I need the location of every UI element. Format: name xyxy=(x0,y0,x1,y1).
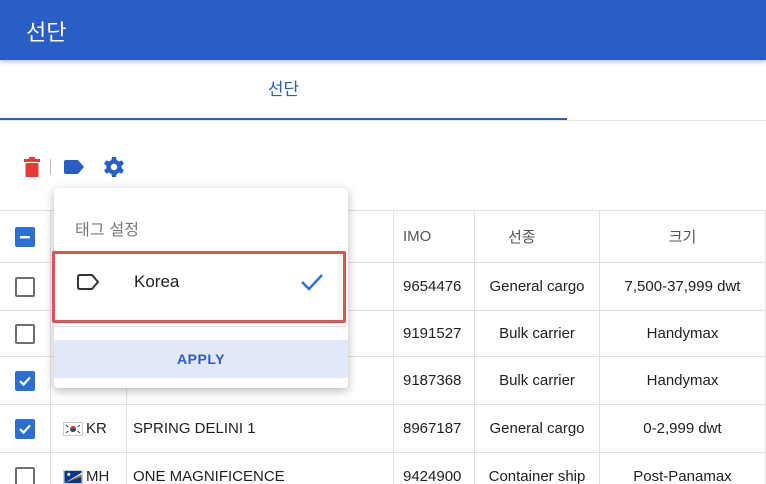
country-code: KR xyxy=(86,420,107,437)
menu-title: 태그 설정 xyxy=(75,220,139,239)
check-icon xyxy=(301,274,323,291)
name-cell: ONE MAGNIFICENCE xyxy=(127,453,394,484)
tab-fleet[interactable]: 선단 xyxy=(0,60,567,120)
tag-option-label: Korea xyxy=(134,272,180,291)
tag-icon xyxy=(64,160,84,174)
checkmark-icon xyxy=(19,376,31,386)
header-type[interactable]: 선종 xyxy=(475,211,600,262)
toolbar xyxy=(20,155,140,181)
row-checkbox[interactable] xyxy=(15,323,35,344)
tab-bar: 선단 xyxy=(0,60,766,121)
table-row[interactable]: MH ONE MAGNIFICENCE 9424900 Container sh… xyxy=(0,453,766,484)
type-cell: Bulk carrier xyxy=(475,357,600,404)
indeterminate-icon xyxy=(20,235,30,238)
size-cell: Post-Panamax xyxy=(600,453,766,484)
type-cell: Container ship xyxy=(475,453,600,484)
delete-icon xyxy=(24,157,40,177)
imo-cell: 9654476 xyxy=(394,263,475,310)
country-cell: KR xyxy=(51,405,127,452)
imo-cell: 9424900 xyxy=(394,453,475,484)
select-all-cell xyxy=(0,211,51,262)
imo-cell: 8967187 xyxy=(394,405,475,452)
name-cell: SPRING DELINI 1 xyxy=(127,405,394,452)
tag-option-korea[interactable]: Korea xyxy=(54,252,348,312)
row-checkbox[interactable] xyxy=(15,370,35,391)
settings-icon xyxy=(104,157,124,177)
row-checkbox-cell xyxy=(0,405,51,452)
checkmark-icon xyxy=(19,424,31,434)
row-checkbox-cell xyxy=(0,357,51,404)
delete-button[interactable] xyxy=(20,155,44,179)
app-bar: 선단 xyxy=(0,0,766,60)
tag-settings-menu: 태그 설정 Korea APPLY xyxy=(52,188,348,388)
imo-cell: 9187368 xyxy=(394,357,475,404)
apply-button[interactable]: APPLY xyxy=(54,340,348,378)
toolbar-divider xyxy=(50,159,51,175)
header-size[interactable]: 크기 xyxy=(600,211,766,262)
settings-button[interactable] xyxy=(102,155,126,179)
type-cell: General cargo xyxy=(475,405,600,452)
size-cell: Handymax xyxy=(600,311,766,356)
imo-cell: 9191527 xyxy=(394,311,475,356)
row-checkbox[interactable] xyxy=(15,276,35,297)
country-code: MH xyxy=(86,468,110,484)
flag-kr-icon xyxy=(63,421,83,436)
row-checkbox-cell xyxy=(0,453,51,484)
size-cell: 7,500-37,999 dwt xyxy=(600,263,766,310)
size-cell: 0-2,999 dwt xyxy=(600,405,766,452)
row-checkbox[interactable] xyxy=(15,418,35,439)
menu-divider xyxy=(54,326,348,327)
app-title: 선단 xyxy=(26,21,67,46)
tag-outline-icon xyxy=(77,274,100,290)
size-cell: Handymax xyxy=(600,357,766,404)
type-cell: General cargo xyxy=(475,263,600,310)
type-cell: Bulk carrier xyxy=(475,311,600,356)
flag-mh-icon xyxy=(63,469,83,484)
tab-indicator xyxy=(0,118,567,120)
row-checkbox-cell xyxy=(0,311,51,356)
table-row[interactable]: KR SPRING DELINI 1 8967187 General cargo… xyxy=(0,405,766,453)
country-cell: MH xyxy=(51,453,127,484)
row-checkbox[interactable] xyxy=(15,466,35,484)
row-checkbox-cell xyxy=(0,263,51,310)
header-imo[interactable]: IMO xyxy=(394,211,475,262)
select-all-checkbox[interactable] xyxy=(15,226,35,247)
tag-button[interactable] xyxy=(62,155,86,179)
